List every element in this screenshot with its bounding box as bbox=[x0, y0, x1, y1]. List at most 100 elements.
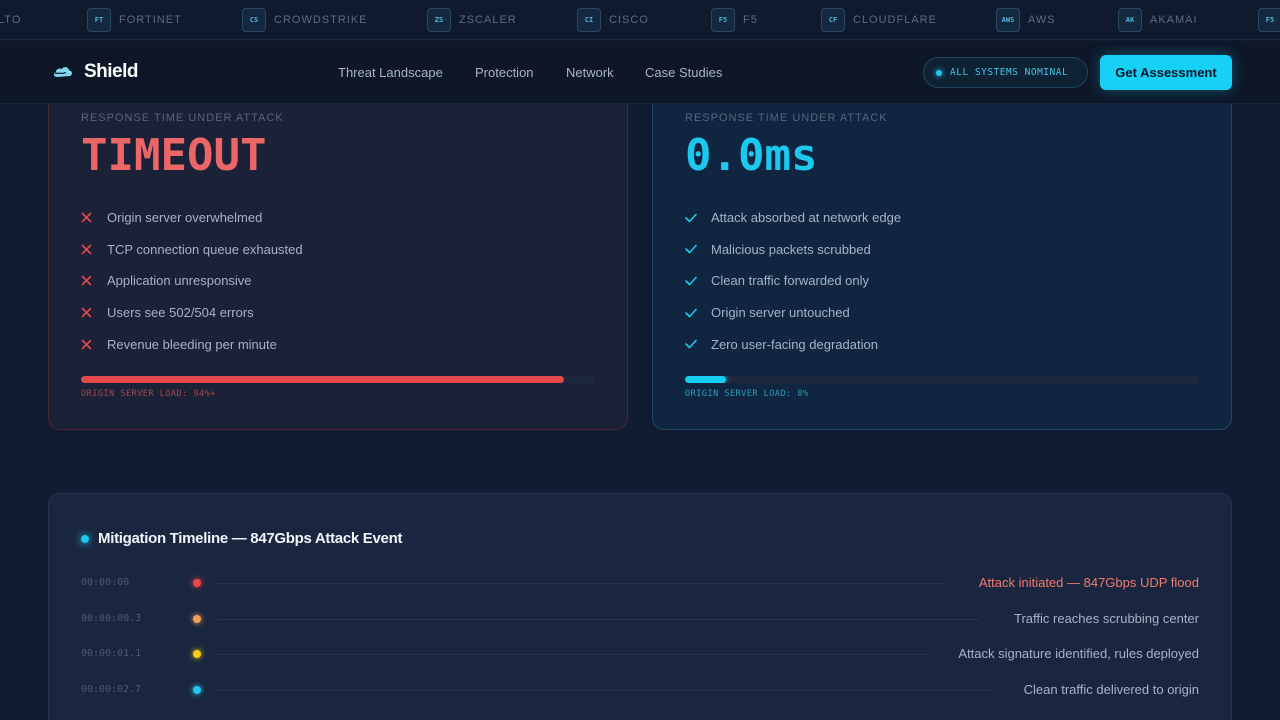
protected-card: RESPONSE TIME UNDER ATTACK 0.0ms Attack … bbox=[652, 80, 1232, 430]
x-icon bbox=[81, 307, 107, 318]
partner-name: CLOUDFLARE bbox=[853, 14, 937, 26]
response-time-value: 0.0ms bbox=[685, 130, 818, 181]
partner-logo-icon: CI bbox=[577, 8, 601, 32]
partner-item: AWS AWS bbox=[996, 8, 1056, 32]
x-icon bbox=[81, 212, 107, 223]
event-text: Attack signature identified, rules deplo… bbox=[958, 646, 1199, 661]
system-status-badge: ALL SYSTEMS NOMINAL bbox=[923, 57, 1088, 88]
list-item: Application unresponsive bbox=[81, 265, 595, 297]
origin-load-label: ORIGIN SERVER LOAD: 8% bbox=[685, 388, 809, 399]
timeline-connector bbox=[217, 619, 979, 620]
partner-item: AK AKAMAI bbox=[1118, 8, 1198, 32]
partner-logo-icon: ZS bbox=[427, 8, 451, 32]
check-icon bbox=[685, 213, 711, 223]
origin-load-fill bbox=[685, 375, 727, 383]
partner-logo-icon: F5 bbox=[1258, 8, 1280, 32]
check-icon bbox=[685, 244, 711, 254]
partner-strip: LTO FT FORTINET CS CROWDSTRIKE ZS ZSCALE… bbox=[0, 0, 1280, 40]
partner-logo-icon: AWS bbox=[996, 8, 1020, 32]
brand-logo[interactable]: Shield bbox=[52, 61, 139, 83]
cloud-shield-icon bbox=[53, 67, 72, 77]
partner-logo-icon: CF bbox=[821, 8, 845, 32]
partner-name: CROWDSTRIKE bbox=[274, 14, 368, 26]
partner-logo-icon: CS bbox=[242, 8, 266, 32]
list-item-text: Attack absorbed at network edge bbox=[711, 210, 902, 226]
list-item-text: Revenue bleeding per minute bbox=[107, 336, 277, 352]
brand-name: Shield bbox=[84, 61, 139, 82]
timeline-connector bbox=[217, 690, 993, 691]
timeline-row: 00:00:00 Attack initiated — 847Gbps UDP … bbox=[81, 573, 1199, 593]
partner-item: CF CLOUDFLARE bbox=[821, 8, 937, 32]
failure-list: Origin server overwhelmed TCP connection… bbox=[81, 202, 595, 360]
event-text: Attack initiated — 847Gbps UDP flood bbox=[978, 575, 1199, 590]
timeline-row: 00:00:02.7 Clean traffic delivered to or… bbox=[81, 680, 1199, 700]
event-dot-icon bbox=[193, 686, 201, 694]
partner-name: AKAMAI bbox=[1150, 14, 1198, 26]
list-item: Origin server overwhelmed bbox=[81, 202, 595, 234]
partner-item: F5 bbox=[1258, 8, 1280, 32]
event-dot-icon bbox=[193, 650, 201, 658]
main-nav: Shield Threat Landscape Protection Netwo… bbox=[0, 41, 1280, 104]
list-item: Users see 502/504 errors bbox=[81, 297, 595, 329]
list-item-text: TCP connection queue exhausted bbox=[107, 241, 303, 257]
nav-link-threat-landscape[interactable]: Threat Landscape bbox=[338, 65, 443, 80]
list-item-text: Origin server overwhelmed bbox=[107, 210, 263, 226]
event-text: Traffic reaches scrubbing center bbox=[1014, 611, 1199, 626]
partner-item: FT FORTINET bbox=[87, 8, 182, 32]
list-item: Malicious packets scrubbed bbox=[685, 234, 1199, 266]
nav-link-case-studies[interactable]: Case Studies bbox=[645, 65, 722, 80]
response-time-value: TIMEOUT bbox=[81, 130, 267, 181]
timeline-row: 00:00:00.3 Traffic reaches scrubbing cen… bbox=[81, 609, 1199, 629]
unprotected-card: RESPONSE TIME UNDER ATTACK TIMEOUT Origi… bbox=[48, 80, 628, 430]
list-item: Clean traffic forwarded only bbox=[685, 265, 1199, 297]
status-text: ALL SYSTEMS NOMINAL bbox=[950, 67, 1069, 78]
get-assessment-button[interactable]: Get Assessment bbox=[1100, 55, 1232, 90]
list-item: Revenue bleeding per minute bbox=[81, 328, 595, 360]
partner-name: FORTINET bbox=[119, 14, 182, 26]
nav-link-protection[interactable]: Protection bbox=[475, 65, 534, 80]
origin-load-label: ORIGIN SERVER LOAD: 94%+ bbox=[81, 388, 216, 399]
list-item-text: Application unresponsive bbox=[107, 273, 252, 289]
list-item: TCP connection queue exhausted bbox=[81, 234, 595, 266]
event-dot-icon bbox=[193, 579, 201, 587]
success-list: Attack absorbed at network edge Maliciou… bbox=[685, 202, 1199, 360]
partner-logo-icon: FT bbox=[87, 8, 111, 32]
list-item-text: Zero user-facing degradation bbox=[711, 336, 878, 352]
event-dot-icon bbox=[193, 615, 201, 623]
timeline-connector bbox=[217, 583, 945, 584]
check-icon bbox=[685, 308, 711, 318]
mitigation-timeline: Mitigation Timeline — 847Gbps Attack Eve… bbox=[48, 493, 1232, 720]
partner-item: CS CROWDSTRIKE bbox=[242, 8, 368, 32]
timeline-connector bbox=[217, 654, 927, 655]
partner-name: LTO bbox=[0, 14, 22, 26]
partner-name: ZSCALER bbox=[459, 14, 517, 26]
event-time: 00:00:02.7 bbox=[81, 684, 142, 695]
x-icon bbox=[81, 275, 107, 286]
check-icon bbox=[685, 276, 711, 286]
partner-name: F5 bbox=[743, 14, 758, 26]
event-time: 00:00:00.3 bbox=[81, 613, 142, 624]
live-dot-icon bbox=[81, 534, 89, 543]
origin-load-bar bbox=[685, 375, 1199, 383]
event-time: 00:00:00 bbox=[81, 577, 130, 588]
nav-link-network[interactable]: Network bbox=[566, 65, 614, 80]
partner-item: LTO bbox=[0, 8, 21, 32]
partner-logo-icon: F5 bbox=[711, 8, 735, 32]
list-item-text: Malicious packets scrubbed bbox=[711, 241, 871, 257]
card-label: RESPONSE TIME UNDER ATTACK bbox=[81, 112, 284, 124]
timeline-title: Mitigation Timeline — 847Gbps Attack Eve… bbox=[98, 530, 403, 547]
partner-name: CISCO bbox=[609, 14, 649, 26]
partner-logo-icon: AK bbox=[1118, 8, 1142, 32]
partner-name: AWS bbox=[1028, 14, 1056, 26]
timeline-row: 00:00:01.1 Attack signature identified, … bbox=[81, 644, 1199, 664]
list-item-text: Origin server untouched bbox=[711, 305, 850, 321]
list-item: Attack absorbed at network edge bbox=[685, 202, 1199, 234]
x-icon bbox=[81, 244, 107, 255]
timeline-header: Mitigation Timeline — 847Gbps Attack Eve… bbox=[81, 530, 402, 547]
partner-item: CI CISCO bbox=[577, 8, 649, 32]
list-item: Zero user-facing degradation bbox=[685, 328, 1199, 360]
list-item: Origin server untouched bbox=[685, 297, 1199, 329]
list-item-text: Users see 502/504 errors bbox=[107, 305, 254, 321]
event-text: Clean traffic delivered to origin bbox=[1023, 682, 1199, 697]
x-icon bbox=[81, 339, 107, 350]
